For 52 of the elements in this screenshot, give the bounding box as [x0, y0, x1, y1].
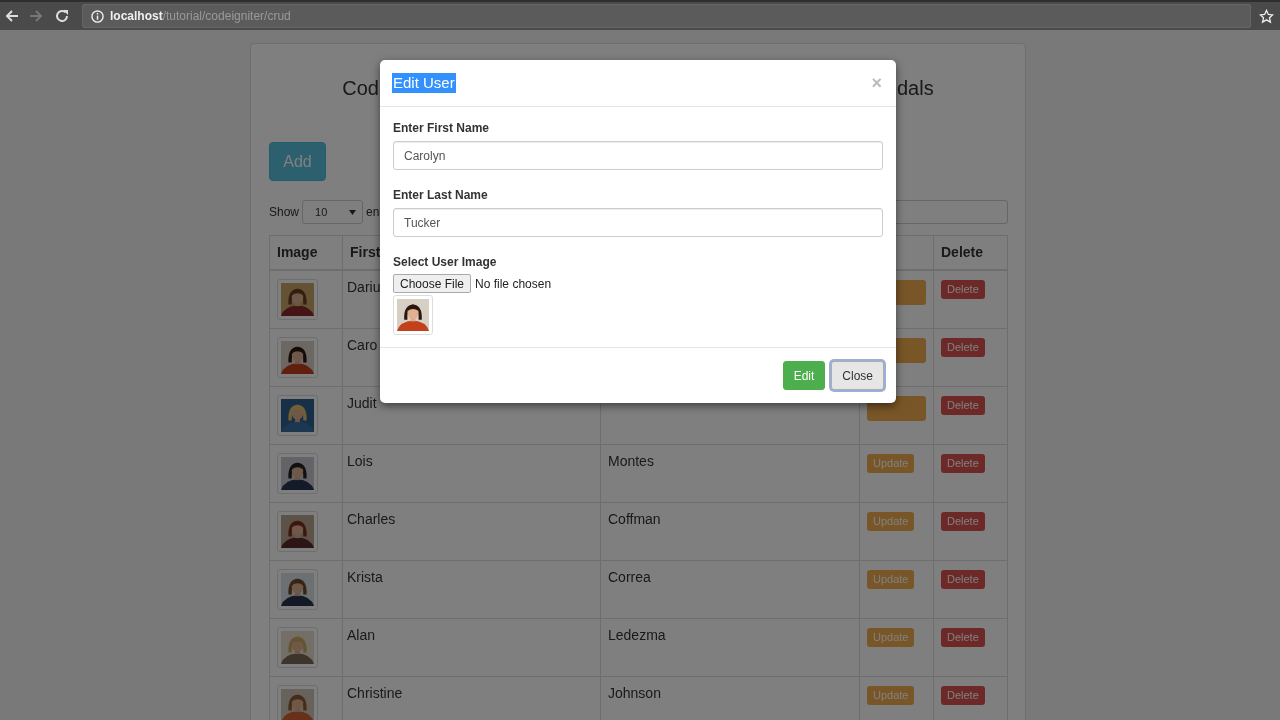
table-cell: Coffman — [608, 510, 661, 527]
delete-button[interactable]: Delete — [941, 569, 985, 589]
table-cell: Alan — [347, 626, 376, 643]
file-status: No file chosen — [475, 276, 552, 291]
caret-icon — [349, 209, 357, 215]
update-button[interactable]: Update — [867, 569, 915, 589]
table-cell: Charles — [347, 510, 396, 527]
choose-file-button[interactable]: Choose File — [393, 274, 472, 293]
table-cell: Judit — [347, 394, 377, 411]
table-cell: Ledezma — [608, 626, 666, 643]
column-header: Image — [277, 244, 318, 261]
page-title: dals — [897, 77, 934, 101]
input-field[interactable]: Carolyn — [393, 141, 883, 170]
delete-button[interactable]: Delete — [941, 627, 985, 647]
length-label: Show — [269, 205, 300, 219]
delete-button[interactable]: Delete — [941, 337, 985, 357]
star-icon[interactable] — [1259, 8, 1274, 24]
delete-button[interactable]: Delete — [941, 511, 985, 531]
add-button[interactable]: Add — [269, 142, 326, 181]
update-button[interactable]: Update — [867, 627, 915, 647]
table-cell: Christine — [347, 684, 403, 701]
info-icon[interactable] — [91, 9, 104, 23]
reload-icon[interactable] — [54, 8, 70, 24]
delete-button[interactable]: Delete — [941, 279, 985, 299]
field-label: Enter First Name — [393, 121, 490, 135]
table-cell: Caro — [347, 336, 378, 353]
address-bar[interactable]: localhost/tutorial/codeigniter/crud — [82, 4, 1251, 28]
modal-title: Edit User — [392, 73, 456, 93]
close-button[interactable]: Close — [831, 361, 884, 390]
length-label: en — [366, 205, 380, 219]
delete-button[interactable]: Delete — [941, 685, 985, 705]
field-label: Select User Image — [393, 255, 497, 269]
table-cell: Krista — [347, 568, 383, 585]
update-button[interactable]: Update — [867, 685, 915, 705]
back-icon[interactable] — [4, 8, 20, 24]
field-label: Enter Last Name — [393, 188, 488, 202]
update-button[interactable]: Update — [867, 453, 915, 473]
page-title: Cod — [341, 77, 379, 101]
edit-button[interactable]: Edit — [782, 361, 826, 390]
table-cell: Johnson — [608, 684, 661, 701]
delete-button[interactable]: Delete — [941, 395, 985, 415]
page-length-select[interactable]: 10 — [302, 200, 364, 224]
update-button[interactable]: Update — [867, 511, 915, 531]
delete-button[interactable]: Delete — [941, 453, 985, 473]
table-cell: Correa — [608, 568, 651, 585]
input-field[interactable]: Tucker — [393, 208, 883, 237]
table-cell: Dariu — [347, 278, 381, 295]
table-cell: Montes — [608, 452, 654, 469]
column-header: First — [350, 244, 381, 261]
table-cell: Lois — [347, 452, 373, 469]
column-header: Delete — [941, 244, 984, 261]
url-text: localhost/tutorial/codeigniter/crud — [110, 9, 291, 23]
